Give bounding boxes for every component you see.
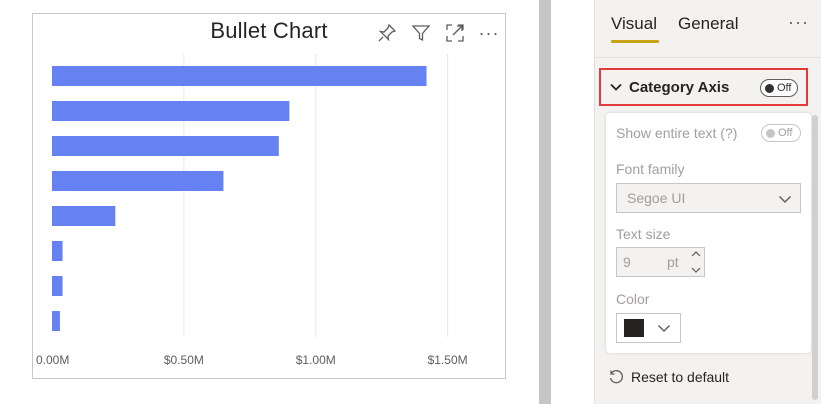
chevron-down-icon [610,83,622,91]
color-label: Color [616,291,650,307]
reset-icon [609,370,623,384]
bar[interactable] [52,206,116,226]
font-family-label: Font family [616,161,685,177]
font-family-dropdown[interactable]: Segoe UI [616,183,801,213]
bar[interactable] [52,171,224,191]
tab-visual[interactable]: Visual [611,14,657,34]
pane-tabs: Visual General ··· [595,0,821,52]
x-tick-label: 0.00M [36,353,69,367]
category-axis-settings: Show entire text (?) Off Font family Seg… [606,113,811,353]
visual-container[interactable]: 0.00M $0.50M $1.00M $1.50M Bullet Chart ··· [32,13,506,379]
reset-to-default-button[interactable]: Reset to default [608,369,729,385]
chevron-down-icon [658,325,670,332]
reset-label: Reset to default [631,369,730,385]
bar[interactable] [52,311,60,331]
x-tick-label: $1.50M [428,353,468,367]
more-options-icon[interactable]: ··· [477,21,501,45]
bar[interactable] [52,241,63,261]
more-options-glyph: ··· [478,22,500,43]
text-size-unit: pt [667,254,679,270]
chevron-down-icon[interactable] [691,266,701,274]
toggle-text: Off [777,82,792,94]
color-swatch [624,319,644,337]
pane-splitter[interactable] [539,0,551,404]
pin-icon[interactable] [375,21,399,45]
color-picker[interactable] [616,313,681,343]
visual-toolbar: ··· [375,21,501,45]
show-entire-text-label: Show entire text (?) [616,125,738,141]
bar[interactable] [52,101,290,121]
pane-more-options-icon[interactable]: ··· [788,12,809,33]
chevron-down-icon [779,196,791,203]
pane-scrollbar[interactable] [812,115,818,400]
category-axis-header[interactable]: Category Axis Off [599,68,808,106]
chevron-up-icon[interactable] [691,250,701,258]
text-size-label: Text size [616,226,671,242]
show-entire-text-toggle[interactable]: Off [761,124,801,142]
x-tick-label: $0.50M [164,353,204,367]
bar-chart: 0.00M $0.50M $1.00M $1.50M [36,54,468,367]
text-size-input[interactable]: 9 pt [616,247,705,277]
text-size-spinner[interactable] [690,250,702,274]
tab-visual-underline [611,40,659,43]
focus-mode-icon[interactable] [443,21,467,45]
bar[interactable] [52,136,279,156]
font-family-value: Segoe UI [627,190,686,206]
text-size-value: 9 [623,254,631,270]
category-axis-toggle[interactable]: Off [760,79,798,97]
toggle-knob [766,128,775,138]
tab-general[interactable]: General [678,14,738,34]
bar[interactable] [52,276,63,296]
category-axis-label: Category Axis [629,78,730,96]
toggle-knob [765,83,774,93]
format-pane: Visual General ··· Category Axis Off Sho… [594,0,821,404]
bar[interactable] [52,66,427,86]
pane-divider [595,57,821,58]
x-tick-label: $1.00M [296,353,336,367]
toggle-text: Off [778,127,793,139]
filter-icon[interactable] [409,21,433,45]
